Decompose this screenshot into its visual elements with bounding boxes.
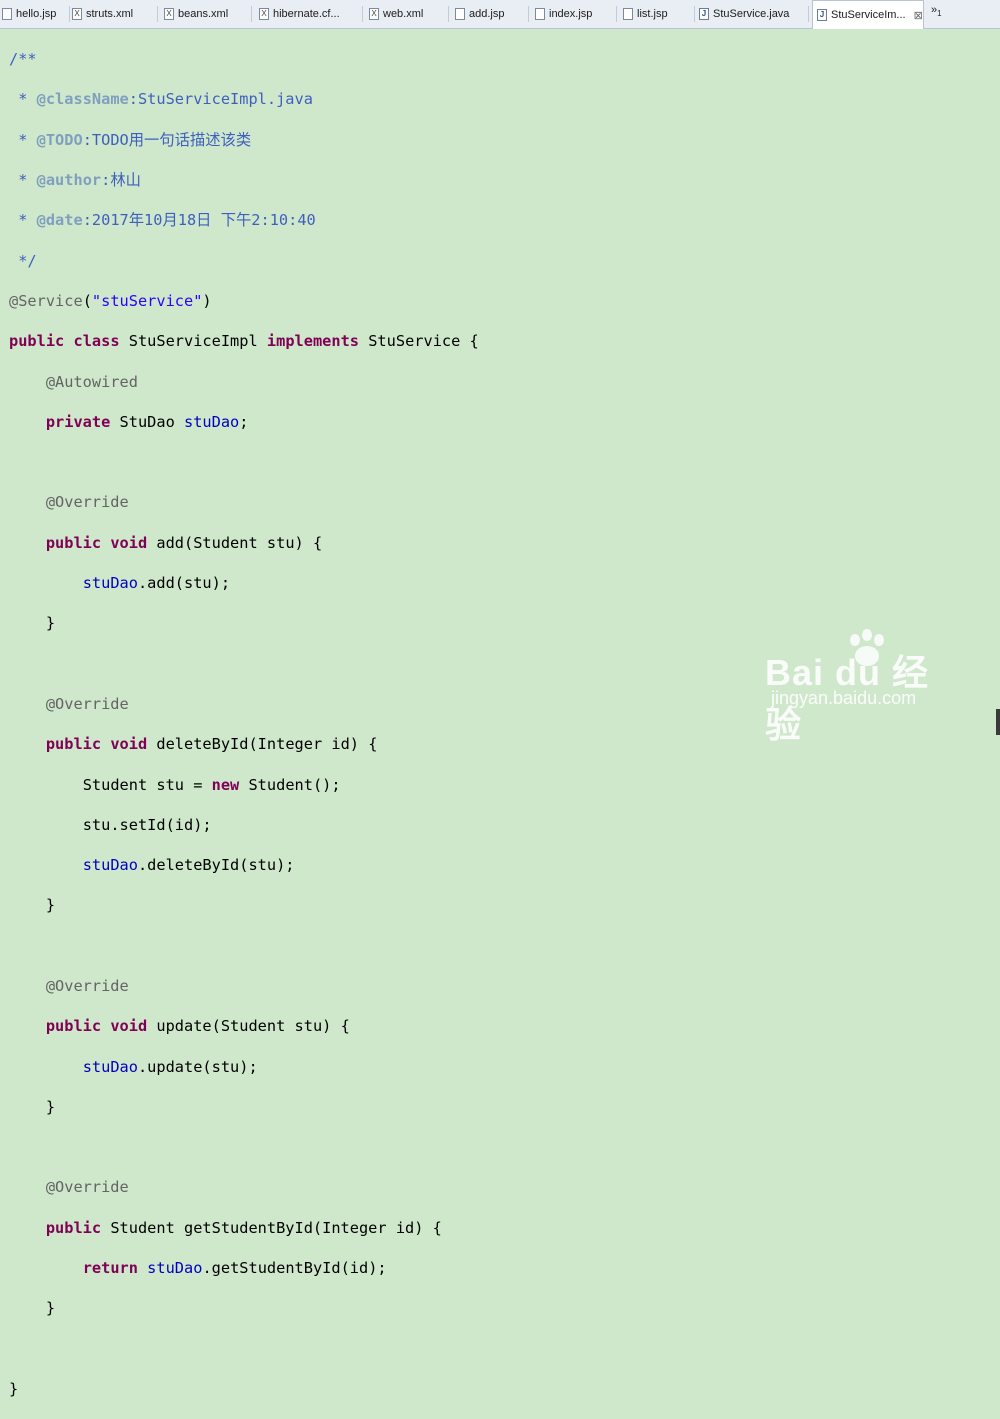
tab-add-jsp[interactable]: add.jsp	[455, 0, 529, 28]
tab-struts-xml[interactable]: X struts.xml	[72, 0, 158, 28]
tab-stuserviceimpl-java[interactable]: J StuServiceIm... ⊠	[812, 0, 924, 29]
scrollbar-thumb[interactable]	[996, 709, 1000, 735]
code-line: */	[9, 251, 37, 270]
code-line: public Student getStudentById(Integer id…	[45, 1218, 442, 1237]
tab-label: web.xml	[383, 8, 424, 20]
jsp-file-icon	[623, 8, 633, 20]
code-line: /**	[9, 50, 37, 69]
tab-list-jsp[interactable]: list.jsp	[623, 0, 695, 28]
overflow-count: 1	[937, 9, 942, 19]
code-line: public void add(Student stu) {	[45, 533, 323, 552]
tab-label: add.jsp	[469, 8, 505, 20]
close-icon[interactable]: ⊠	[914, 9, 923, 22]
java-file-icon: J	[817, 9, 827, 21]
tab-beans-xml[interactable]: X beans.xml	[164, 0, 252, 28]
code-line: @Override	[45, 976, 129, 995]
jsp-file-icon	[455, 8, 465, 20]
xml-file-icon: X	[72, 8, 82, 20]
code-line: }	[45, 1097, 56, 1116]
code-line: @Autowired	[45, 372, 138, 391]
java-file-icon: J	[699, 8, 709, 20]
code-line: * @TODO:TODO用一句话描述该类	[9, 130, 252, 149]
code-line: @Override	[45, 1178, 129, 1197]
baidu-watermark: Bai du 经验 jingyan.baidu.com	[765, 626, 945, 745]
code-line: stuDao.deleteById(stu);	[82, 856, 295, 875]
tab-hello-jsp[interactable]: hello.jsp	[2, 0, 70, 28]
source-code: /** * @className:StuServiceImpl.java * @…	[9, 29, 479, 1419]
code-line: public void deleteById(Integer id) {	[45, 735, 378, 754]
tab-index-jsp[interactable]: index.jsp	[535, 0, 617, 28]
jsp-file-icon	[535, 8, 545, 20]
code-line: }	[45, 896, 56, 915]
code-line: stuDao.update(stu);	[82, 1057, 258, 1076]
code-line: return stuDao.getStudentById(id);	[82, 1259, 387, 1278]
tab-web-xml[interactable]: X web.xml	[369, 0, 449, 28]
tab-label: index.jsp	[549, 8, 593, 20]
tab-overflow-button[interactable]: »1	[931, 4, 942, 18]
code-line: @Override	[45, 694, 129, 713]
code-line: stuDao.add(stu);	[82, 574, 231, 593]
tab-label: list.jsp	[637, 8, 668, 20]
xml-file-icon: X	[164, 8, 174, 20]
tab-label: StuService.java	[713, 8, 790, 20]
tab-stuservice-java[interactable]: J StuService.java	[699, 0, 809, 28]
tab-label: hello.jsp	[16, 8, 57, 20]
code-line: }	[45, 1299, 56, 1318]
code-line: public void update(Student stu) {	[45, 1017, 350, 1036]
xml-file-icon: X	[369, 8, 379, 20]
xml-file-icon: X	[259, 8, 269, 20]
code-line: * @author:林山	[9, 171, 141, 190]
code-line: public class StuServiceImpl implements S…	[9, 332, 479, 351]
code-line: * @date:2017年10月18日 下午2:10:40	[9, 211, 316, 230]
tab-hibernate-cfg[interactable]: X hibernate.cf...	[259, 0, 363, 28]
code-line: private StuDao stuDao;	[45, 412, 249, 431]
code-line: @Service("stuService")	[9, 291, 212, 310]
code-line: stu.setId(id);	[82, 815, 212, 834]
code-line: @Override	[45, 493, 129, 512]
code-line: }	[45, 614, 56, 633]
watermark-url: jingyan.baidu.com	[771, 688, 917, 708]
jsp-file-icon	[2, 8, 12, 20]
tab-label: hibernate.cf...	[273, 8, 340, 20]
editor-tab-bar: hello.jsp X struts.xml X beans.xml X hib…	[0, 0, 1000, 29]
code-line: }	[9, 1379, 19, 1398]
tab-label: struts.xml	[86, 8, 134, 20]
code-line: Student stu = new Student();	[82, 775, 341, 794]
tab-label: beans.xml	[178, 8, 229, 20]
tab-label: StuServiceIm...	[831, 9, 906, 21]
code-line: * @className:StuServiceImpl.java	[9, 90, 313, 109]
